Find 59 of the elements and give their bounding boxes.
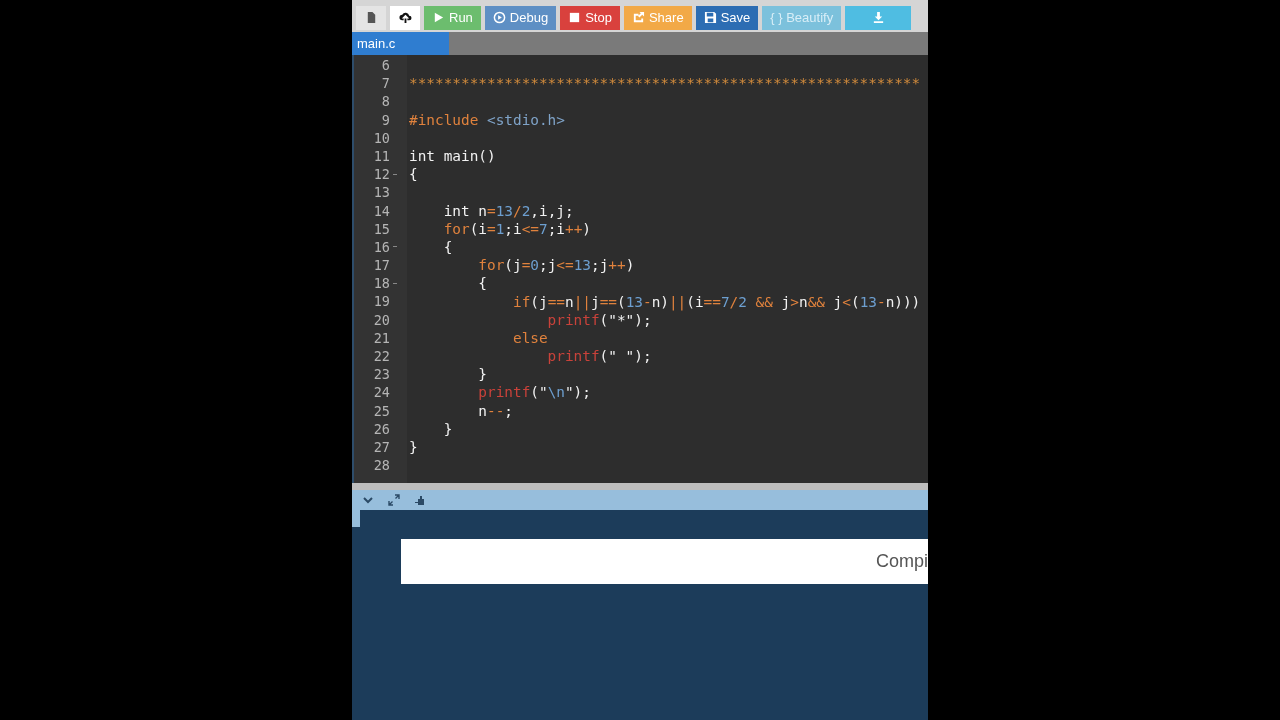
toolbar-button[interactable]: Save: [695, 5, 759, 30]
code-line: int main(): [408, 148, 496, 165]
toolbar-button[interactable]: Debug: [484, 5, 557, 30]
line-number: 15: [372, 219, 390, 238]
square-icon: [568, 11, 582, 24]
code-line: }: [477, 366, 487, 383]
line-number: 28: [372, 456, 390, 475]
toolbar-button[interactable]: Share: [623, 5, 692, 30]
code-line: {: [408, 166, 418, 183]
eraser-icon[interactable]: [414, 494, 426, 506]
line-number: 21: [372, 328, 390, 347]
code-line: for(j=0;j<=13;j++): [477, 257, 635, 274]
play-icon: [432, 11, 445, 24]
circle-play-icon: [492, 11, 506, 24]
line-number: 13: [372, 183, 390, 202]
code-line: int n=13/2,i,j;: [442, 202, 574, 219]
line-number: 25: [372, 401, 390, 420]
share-icon: [631, 11, 645, 24]
line-number: 14: [372, 201, 390, 220]
line-number: 12: [372, 165, 390, 184]
code-line: #include <stdio.h>: [408, 111, 565, 128]
code-line: n--;: [477, 402, 513, 419]
line-number: 11: [372, 146, 390, 166]
line-number: 26: [372, 419, 390, 438]
code-line: for(i=1;i<=7;i++): [442, 220, 591, 237]
code-line: }: [408, 439, 418, 456]
download-icon: [871, 11, 885, 24]
line-number: 19: [372, 292, 390, 311]
toolbar-button[interactable]: Stop: [560, 5, 620, 30]
icon-button[interactable]: [390, 5, 420, 30]
code-line: if(j==n||j==(13-n)||(i==7/2 && j>n&& j<(13-n))): [511, 293, 921, 310]
code-line: else: [511, 329, 548, 346]
line-number: 24: [372, 383, 390, 402]
line-number: 20: [372, 310, 390, 329]
line-number: 22: [372, 347, 390, 366]
line-number: 6: [380, 56, 390, 75]
line-number: 9: [380, 110, 390, 129]
code-line: ***********************************************************: [408, 75, 921, 92]
expand-icon[interactable]: [388, 494, 400, 506]
line-number: 18: [372, 274, 390, 293]
code-line: printf("*");: [546, 311, 652, 328]
line-number: 17: [372, 256, 390, 275]
line-number: 7: [380, 74, 390, 93]
file-tab[interactable]: main.c: [352, 32, 449, 55]
line-number: 10: [372, 128, 390, 147]
code-line: {: [442, 238, 453, 255]
code-line: }: [442, 420, 453, 437]
line-number: 16: [372, 237, 390, 257]
save-icon: [703, 11, 717, 24]
line-number: 8: [380, 92, 390, 111]
code-line: {: [477, 275, 487, 292]
code-line: printf(" ");: [546, 348, 652, 365]
status-text: Compi: [876, 551, 928, 572]
chevron-down-icon[interactable]: [362, 494, 374, 506]
line-number: 27: [372, 437, 390, 457]
line-number: 23: [372, 365, 390, 384]
cloud-upload-icon: [398, 11, 412, 24]
code-line: printf("\n");: [477, 384, 591, 401]
toolbar-button[interactable]: Run: [424, 5, 481, 30]
